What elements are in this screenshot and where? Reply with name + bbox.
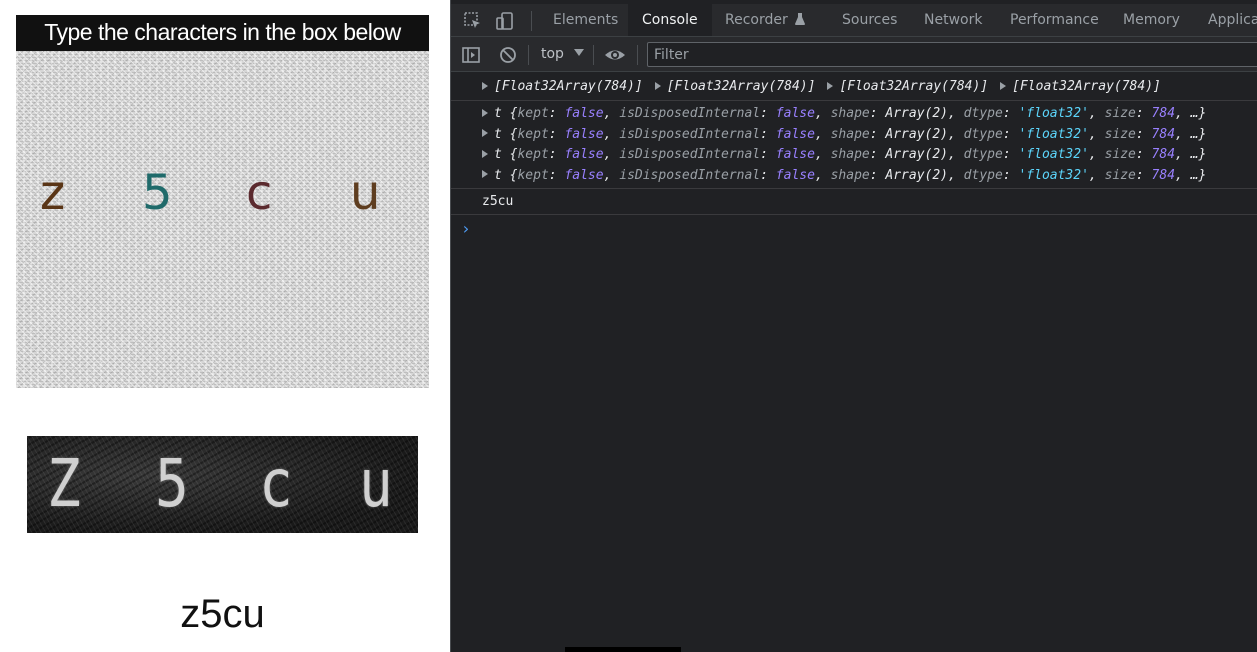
expand-triangle-icon (827, 81, 834, 90)
tab-elements[interactable]: Elements (539, 4, 632, 36)
tensor-row[interactable]: t {kept: false, isDisposedInternal: fals… (451, 166, 1257, 187)
tab-console[interactable]: Console (628, 4, 712, 36)
tab-sources[interactable]: Sources (828, 4, 911, 36)
horizontal-scrollbar[interactable] (565, 647, 681, 652)
show-sidebar-icon[interactable] (461, 45, 481, 65)
tab-recorder[interactable]: Recorder (711, 4, 819, 36)
console-tensor-message: t {kept: false, isDisposedInternal: fals… (451, 101, 1257, 189)
array-item[interactable]: [Float32Array(784)] (482, 79, 655, 94)
filter-input[interactable] (647, 42, 1257, 67)
eye-icon[interactable] (604, 45, 626, 65)
tab-memory[interactable]: Memory (1109, 4, 1194, 36)
captcha-header: Type the characters in the box below (16, 15, 429, 51)
processed-char: u (359, 445, 393, 522)
expand-triangle-icon (1000, 81, 1007, 90)
console-array-message: [Float32Array(784)] [Float32Array(784)] [F… (451, 73, 1257, 101)
toolbar-separator (593, 45, 594, 65)
toolbar-separator (528, 45, 529, 65)
web-page: Type the characters in the box below z 5… (0, 0, 450, 652)
captcha-char: u (350, 165, 381, 221)
toolbar-separator (637, 45, 638, 65)
tensor-row[interactable]: t {kept: false, isDisposedInternal: fals… (451, 104, 1257, 125)
expand-triangle-icon (482, 81, 488, 90)
tab-application[interactable]: Applicat (1194, 4, 1257, 36)
expand-triangle-icon (482, 108, 488, 117)
tab-performance[interactable]: Performance (996, 4, 1113, 36)
device-toolbar-icon[interactable] (495, 11, 515, 31)
clear-console-icon[interactable] (498, 45, 518, 65)
captcha-char: z (40, 165, 66, 221)
expand-triangle-icon (482, 129, 488, 137)
recognized-text: z5cu (180, 592, 265, 636)
expand-triangle-icon (654, 81, 661, 90)
console-toolbar: top (451, 37, 1257, 72)
processed-char: Z (47, 445, 81, 522)
console-prompt[interactable]: › (461, 221, 471, 237)
tensor-row[interactable]: t {kept: false, isDisposedInternal: fals… (451, 145, 1257, 166)
expand-triangle-icon (482, 149, 488, 158)
flask-icon (795, 13, 806, 25)
context-label: top (541, 46, 564, 62)
expand-triangle-icon (482, 170, 488, 178)
tab-recorder-label: Recorder (725, 12, 788, 28)
devtools-panel: Elements Console Recorder Sources Networ… (450, 0, 1257, 652)
inspect-element-icon[interactable] (463, 11, 483, 31)
context-selector[interactable]: top (541, 45, 585, 63)
console-messages: [Float32Array(784)] [Float32Array(784)] [F… (451, 73, 1257, 237)
array-item[interactable]: [Float32Array(784)] (827, 79, 1000, 94)
captcha-char: 5 (142, 165, 173, 221)
devtools-tabbar: Elements Console Recorder Sources Networ… (451, 4, 1257, 37)
processed-char: c (259, 445, 293, 522)
processed-char: 5 (155, 445, 189, 522)
processed-captcha-image: Z 5 c u (27, 436, 418, 533)
captcha-image: z 5 c u (16, 51, 429, 388)
array-item[interactable]: [Float32Array(784)] (654, 79, 828, 94)
array-item[interactable]: [Float32Array(784)] (1000, 79, 1173, 94)
tensor-row[interactable]: t {kept: false, isDisposedInternal: fals… (451, 125, 1257, 146)
captcha-char: c (246, 165, 273, 221)
chevron-down-icon (574, 49, 585, 56)
tab-network[interactable]: Network (910, 4, 996, 36)
tabbar-separator (531, 11, 532, 31)
console-log-message: z5cu (451, 189, 1257, 215)
